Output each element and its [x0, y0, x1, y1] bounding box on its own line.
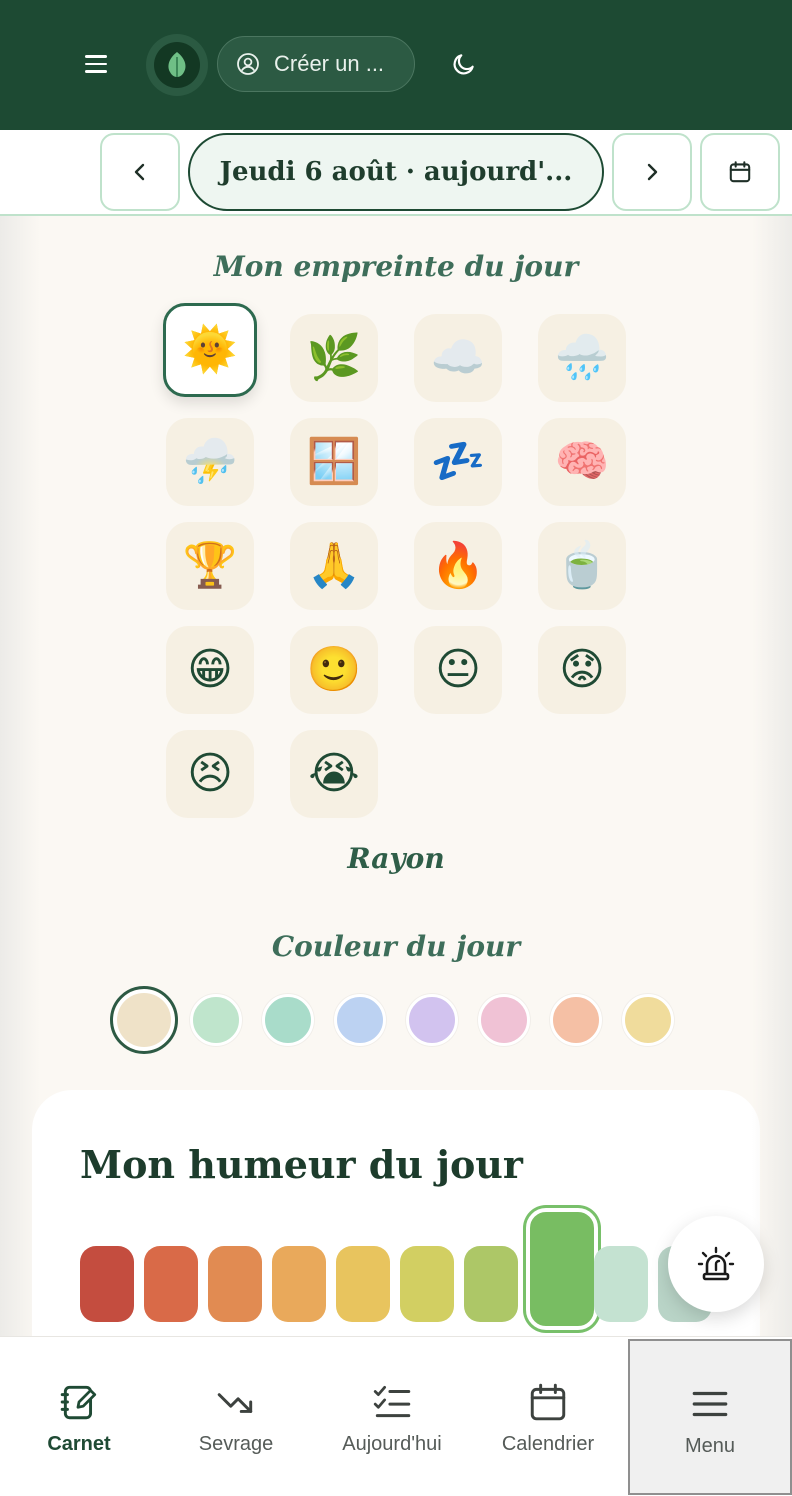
nav-calendrier-label: Calendrier	[501, 1433, 595, 1455]
imprint-option-fire[interactable]: 🔥	[414, 522, 502, 610]
nav-sevrage[interactable]: Sevrage	[158, 1337, 314, 1496]
imprint-option-smile[interactable]: 🙂	[290, 626, 378, 714]
imprint-option-pray[interactable]: 🙏	[290, 522, 378, 610]
nav-sevrage-label: Sevrage	[198, 1433, 274, 1455]
calendar-icon	[729, 161, 751, 183]
leaf-logo-inner	[154, 42, 200, 88]
imprint-option-storm[interactable]: ⛈️	[166, 418, 254, 506]
imprint-option-crying[interactable]: 😭	[290, 730, 378, 818]
sleep-emoji: 💤	[430, 437, 486, 486]
journal-content: Mon empreinte du jour 🌞 🌿 ☁️ 🌧️ ⛈️ 🪟 💤 🧠 🏆 🙏 🔥 🍵 😁 🙂 😐…	[0, 216, 792, 1336]
cloud-emoji: ☁️	[430, 333, 486, 382]
mood-level[interactable]	[594, 1246, 648, 1322]
imprint-option-window[interactable]: 🪟	[290, 418, 378, 506]
imprint-option-grin[interactable]: 😁	[166, 626, 254, 714]
account-button[interactable]: Créer un ...	[217, 36, 415, 92]
mood-level[interactable]	[272, 1246, 326, 1322]
pray-emoji: 🙏	[306, 541, 362, 590]
herb-emoji: 🌿	[306, 333, 362, 382]
storm-emoji: ⛈️	[182, 437, 238, 486]
mood-level[interactable]	[336, 1246, 390, 1322]
nav-menu-label: Menu	[684, 1435, 736, 1457]
color-swatch[interactable]	[478, 994, 530, 1046]
color-swatch[interactable]	[190, 994, 242, 1046]
color-swatch[interactable]	[550, 994, 602, 1046]
trophy-emoji: 🏆	[182, 541, 238, 590]
color-swatch[interactable]	[406, 994, 458, 1046]
imprint-title: Mon empreinte du jour	[213, 250, 579, 283]
grin-emoji: 😁	[187, 645, 233, 694]
notebook-edit-icon	[60, 1385, 97, 1420]
color-swatch[interactable]	[110, 986, 178, 1054]
hamburger-icon[interactable]	[76, 44, 116, 84]
imprint-option-sun[interactable]: 🌞	[163, 303, 257, 397]
chevron-right-icon	[647, 163, 658, 181]
imprint-option-tea[interactable]: 🍵	[538, 522, 626, 610]
nav-menu[interactable]: Menu	[628, 1339, 792, 1495]
worried-emoji: 😟	[559, 645, 605, 694]
previous-day-button[interactable]	[100, 133, 180, 211]
sun-emoji: 🌞	[182, 325, 238, 374]
color-swatch[interactable]	[262, 994, 314, 1046]
nav-calendrier[interactable]: Calendrier	[470, 1337, 626, 1496]
nav-aujourdhui-label: Aujourd'hui	[342, 1433, 442, 1455]
selected-imprint-label: Rayon	[347, 842, 445, 875]
trend-down-icon	[217, 1393, 253, 1413]
leaf-icon	[168, 52, 186, 77]
leaf-logo[interactable]	[146, 34, 208, 96]
checklist-icon	[373, 1385, 411, 1418]
mood-level[interactable]	[526, 1208, 598, 1330]
imprint-option-sleep[interactable]: 💤	[414, 418, 502, 506]
current-date-label: Jeudi 6 août · aujourd'...	[219, 157, 573, 187]
mood-level[interactable]	[400, 1246, 454, 1322]
account-label: Créer un ...	[274, 51, 385, 76]
imprint-option-rain[interactable]: 🌧️	[538, 314, 626, 402]
mood-level[interactable]	[464, 1246, 518, 1322]
open-calendar-button[interactable]	[700, 133, 780, 211]
color-swatch[interactable]	[334, 994, 386, 1046]
fire-emoji: 🔥	[430, 541, 486, 590]
user-circle-icon	[237, 53, 259, 75]
next-day-button[interactable]	[612, 133, 692, 211]
moon-icon[interactable]	[444, 44, 484, 84]
imprint-option-brain[interactable]: 🧠	[538, 418, 626, 506]
imprint-option-cloud[interactable]: ☁️	[414, 314, 502, 402]
rain-emoji: 🌧️	[554, 333, 610, 382]
color-swatch[interactable]	[622, 994, 674, 1046]
smile-emoji: 🙂	[306, 645, 362, 694]
neutral-emoji: 😐	[435, 645, 481, 694]
date-navigation: Jeudi 6 août · aujourd'...	[0, 130, 792, 216]
mood-title: Mon humeur du jour	[80, 1142, 523, 1187]
menu-icon	[692, 1391, 728, 1417]
nav-aujourdhui[interactable]: Aujourd'hui	[314, 1337, 470, 1496]
imprint-option-frustrated[interactable]: 😣	[166, 730, 254, 818]
emergency-alert-button[interactable]	[668, 1216, 764, 1312]
brain-emoji: 🧠	[554, 437, 610, 486]
imprint-option-neutral[interactable]: 😐	[414, 626, 502, 714]
bottom-navigation: Carnet Sevrage Aujourd'hui Calendrier Me…	[0, 1336, 792, 1496]
imprint-option-worried[interactable]: 😟	[538, 626, 626, 714]
top-app-bar: Créer un ...	[0, 0, 792, 130]
color-of-day-title: Couleur du jour	[271, 930, 521, 963]
nav-carnet-label: Carnet	[47, 1433, 111, 1455]
imprint-option-trophy[interactable]: 🏆	[166, 522, 254, 610]
frustrated-emoji: 😣	[187, 749, 233, 798]
tea-emoji: 🍵	[554, 541, 610, 590]
calendar-icon	[530, 1383, 566, 1421]
current-date-button[interactable]: Jeudi 6 août · aujourd'...	[188, 133, 604, 211]
window-emoji: 🪟	[306, 437, 362, 486]
nav-carnet[interactable]: Carnet	[0, 1337, 158, 1496]
mood-level[interactable]	[208, 1246, 262, 1322]
mood-level[interactable]	[144, 1246, 198, 1322]
chevron-left-icon	[134, 163, 145, 181]
mood-level[interactable]	[80, 1246, 134, 1322]
imprint-option-herb[interactable]: 🌿	[290, 314, 378, 402]
alarm-siren-icon	[697, 1246, 735, 1281]
mood-card: Mon humeur du jour	[32, 1090, 760, 1336]
crying-emoji: 😭	[308, 749, 360, 798]
